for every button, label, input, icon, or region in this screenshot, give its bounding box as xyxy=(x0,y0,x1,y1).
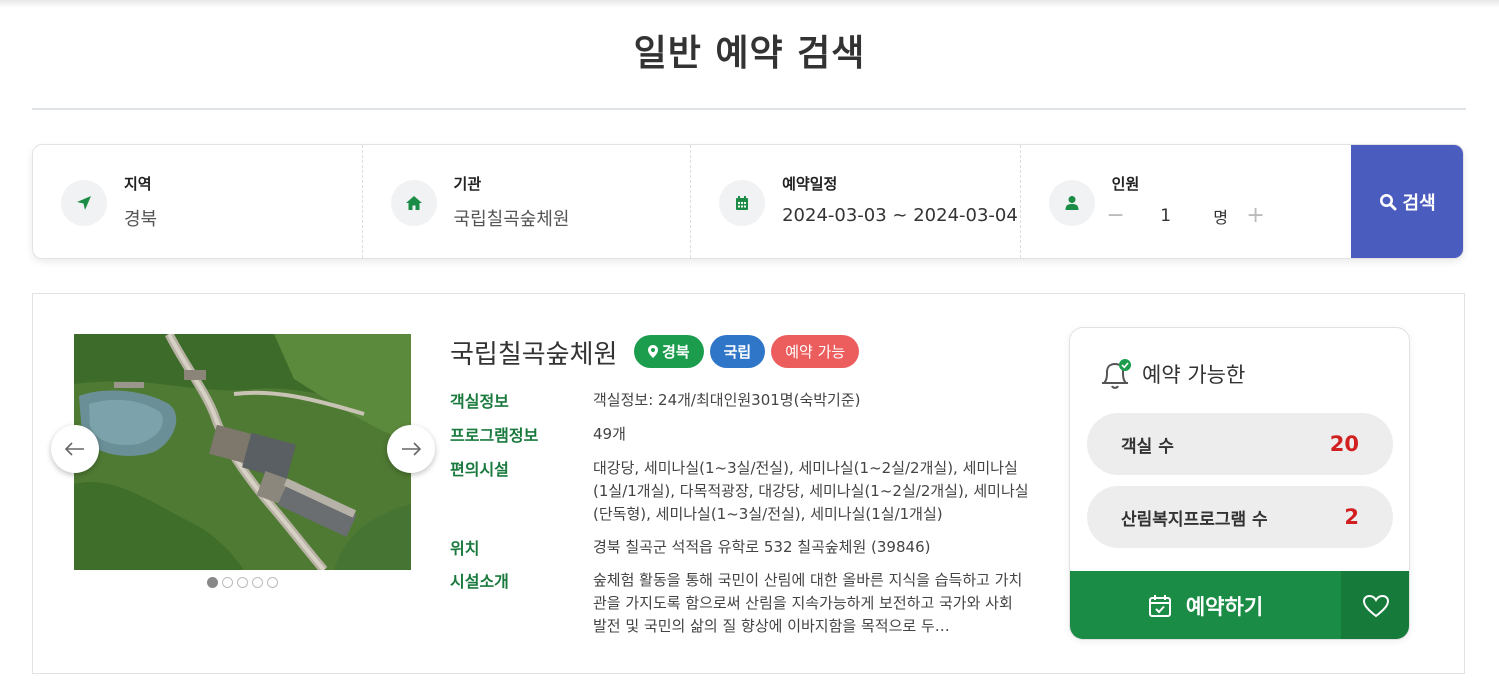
map-pin-icon xyxy=(648,345,658,358)
room-count-label: 객실 수 xyxy=(1121,436,1174,457)
person-icon xyxy=(1048,180,1095,226)
availability-title: 예약 가능한 xyxy=(1142,363,1246,387)
program-count-label: 산림복지프로그램 수 xyxy=(1121,509,1268,530)
carousel-dot[interactable] xyxy=(222,577,233,588)
room-count-row: 객실 수 20 xyxy=(1087,413,1393,475)
status-badge: 예약 가능 xyxy=(771,335,860,368)
schedule-value[interactable]: 2024-03-03 ~ 2024-03-04 xyxy=(782,205,1018,226)
carousel-next-button[interactable] xyxy=(387,425,435,473)
region-value[interactable]: 경북 xyxy=(124,205,157,231)
search-button-label: 검색 xyxy=(1402,192,1436,214)
search-bar: 지역 경북 기관 국립칠곡숲체원 예약일정 2024-03-03 ~ 2024-… xyxy=(32,144,1464,259)
institution-field[interactable]: 기관 국립칠곡숲체원 xyxy=(363,145,692,258)
amenities-key: 편의시설 xyxy=(450,460,509,479)
amenities-value: 대강당, 세미나실(1~3실/전실), 세미나실(1~2실/2개실), 세미나실… xyxy=(593,459,1029,523)
region-badge-label: 경북 xyxy=(662,343,690,361)
region-label: 지역 xyxy=(124,175,152,193)
facility-name[interactable]: 국립칠곡숲체원 xyxy=(450,334,617,371)
facility-result-card: 국립칠곡숲체원 경북 국립 예약 가능 객실정보 객실정보: 24개/최대인원3… xyxy=(32,293,1465,674)
introduction-value: 숲체험 활동을 통해 국민이 산림에 대한 올바른 지식을 습득하고 가치관을 … xyxy=(593,571,1023,635)
arrow-right-icon xyxy=(402,442,421,456)
search-icon xyxy=(1379,193,1397,210)
room-count-value: 20 xyxy=(1329,432,1359,456)
region-field[interactable]: 지역 경북 xyxy=(33,145,363,258)
location-arrow-icon xyxy=(61,180,107,226)
schedule-field[interactable]: 예약일정 2024-03-03 ~ 2024-03-04 xyxy=(691,145,1021,258)
reserve-button[interactable]: 예약하기 xyxy=(1070,571,1341,639)
home-icon xyxy=(390,180,437,226)
location-key: 위치 xyxy=(450,539,480,558)
people-stepper: − 1 명 + xyxy=(1101,203,1271,228)
top-shadow xyxy=(0,0,1499,8)
people-field: 인원 − 1 명 + xyxy=(1021,145,1352,258)
program-info-value: 49개 xyxy=(593,425,626,443)
carousel-dot[interactable] xyxy=(237,577,248,588)
availability-header: 예약 가능한 xyxy=(1098,358,1245,390)
page-title: 일반 예약 검색 xyxy=(633,33,866,74)
location-value: 경북 칠곡군 석적읍 유학로 532 칠곡숲체원 (39846) xyxy=(593,538,931,556)
availability-panel: 예약 가능한 객실 수 20 산림복지프로그램 수 2 예약하기 xyxy=(1069,327,1410,640)
facility-badges: 경북 국립 예약 가능 xyxy=(634,335,860,368)
people-label: 인원 xyxy=(1111,175,1140,193)
carousel-dot[interactable] xyxy=(252,577,263,588)
schedule-label: 예약일정 xyxy=(782,175,838,193)
region-badge: 경북 xyxy=(634,335,704,368)
program-count-value: 2 xyxy=(1344,505,1359,529)
facility-photo xyxy=(74,334,411,570)
carousel-prev-button[interactable] xyxy=(51,425,99,473)
reserve-button-label: 예약하기 xyxy=(1185,595,1264,619)
type-badge: 국립 xyxy=(709,335,766,368)
carousel-dots xyxy=(207,577,278,588)
room-info-value: 객실정보: 24개/최대인원301명(숙박기준) xyxy=(593,391,861,409)
arrow-left-icon xyxy=(65,442,84,456)
room-info-key: 객실정보 xyxy=(450,392,509,411)
title-divider xyxy=(32,108,1466,110)
people-unit: 명 xyxy=(1213,207,1228,227)
program-count-row: 산림복지프로그램 수 2 xyxy=(1087,486,1393,548)
search-button[interactable]: 검색 xyxy=(1351,145,1463,258)
institution-value[interactable]: 국립칠곡숲체원 xyxy=(454,205,570,231)
people-increment-button[interactable]: + xyxy=(1241,203,1271,228)
introduction-key: 시설소개 xyxy=(450,572,509,591)
carousel-dot[interactable] xyxy=(267,577,278,588)
heart-icon xyxy=(1362,594,1390,618)
bell-icon xyxy=(1101,359,1131,389)
institution-label: 기관 xyxy=(453,175,482,193)
calendar-icon xyxy=(719,180,766,226)
people-decrement-button[interactable]: − xyxy=(1101,203,1131,228)
favorite-button[interactable] xyxy=(1341,571,1409,639)
people-count[interactable]: 1 xyxy=(1131,206,1201,226)
program-info-key: 프로그램정보 xyxy=(450,426,539,445)
calendar-check-icon xyxy=(1148,595,1171,617)
carousel-dot[interactable] xyxy=(207,577,218,588)
